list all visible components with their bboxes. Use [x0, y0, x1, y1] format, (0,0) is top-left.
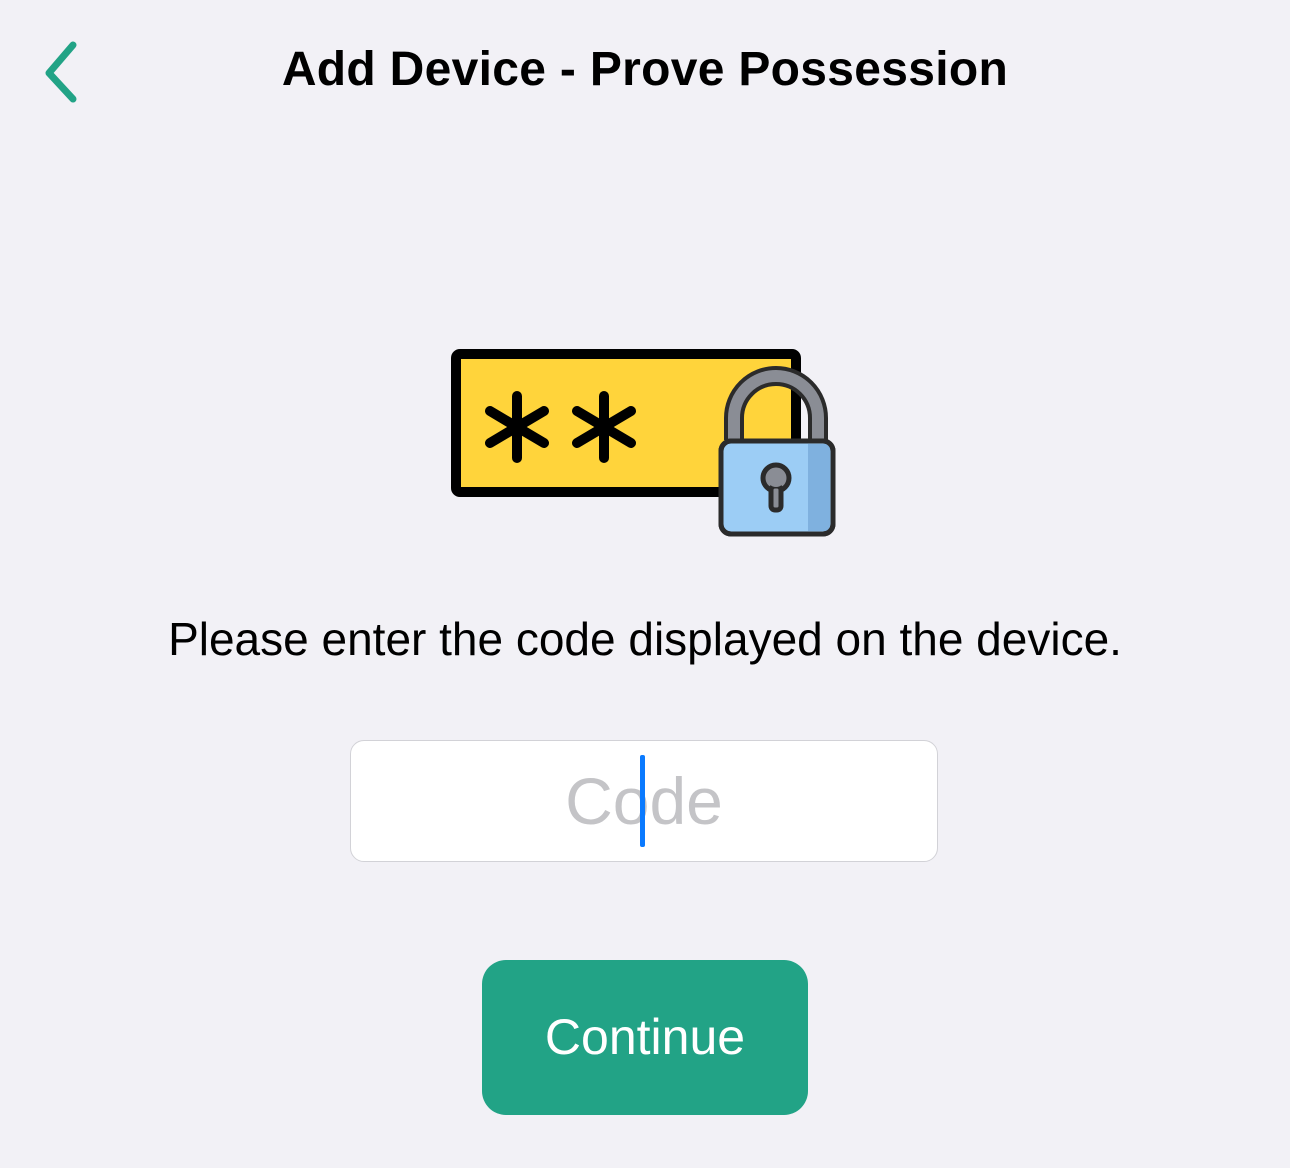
page-title: Add Device - Prove Possession [281, 43, 1009, 96]
instruction-text: Please enter the code displayed on the d… [168, 613, 1122, 665]
text-cursor [640, 755, 645, 847]
continue-button[interactable]: Continue [482, 960, 808, 1115]
code-field[interactable] [350, 740, 938, 862]
password-lock-icon [451, 349, 836, 537]
